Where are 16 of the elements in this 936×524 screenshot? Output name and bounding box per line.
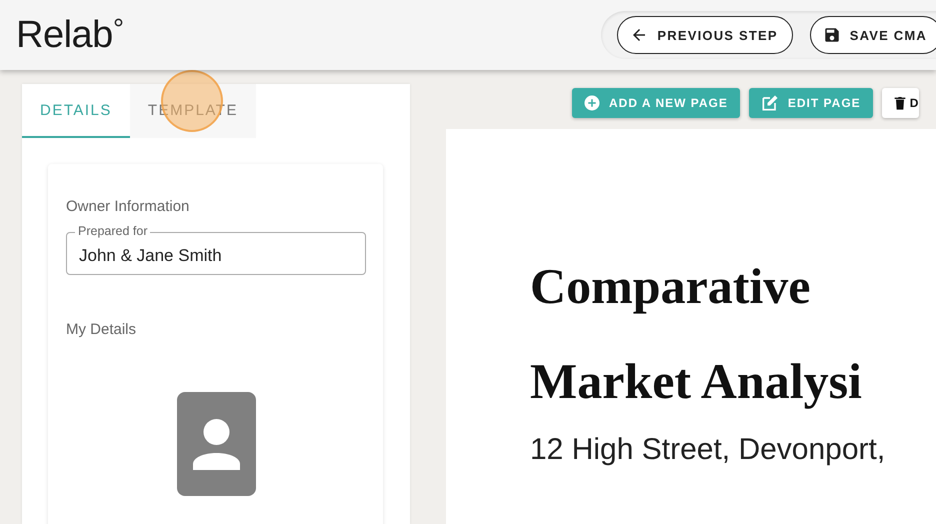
document-title: Comparative (530, 257, 812, 316)
plus-circle-icon (583, 94, 601, 112)
section-heading: Owner Information (66, 198, 190, 215)
header-button[interactable]: SAVE CMA (810, 16, 936, 54)
section-heading: My Details (66, 321, 138, 338)
document-title: Market Analysi (530, 352, 863, 411)
floppy-icon (822, 26, 841, 44)
field-label: Prepared for (75, 224, 150, 239)
avatar-placeholder-icon[interactable] (176, 392, 256, 496)
edit-icon (760, 93, 780, 113)
toolbar-button[interactable]: D (882, 88, 920, 118)
document-address: 12 High Street, Devonport, (530, 433, 886, 467)
ring-icon (114, 18, 123, 26)
trash-icon (892, 94, 908, 112)
logo[interactable]: Relab (16, 14, 123, 56)
header-button[interactable]: PREVIOUS STEP (617, 16, 793, 54)
